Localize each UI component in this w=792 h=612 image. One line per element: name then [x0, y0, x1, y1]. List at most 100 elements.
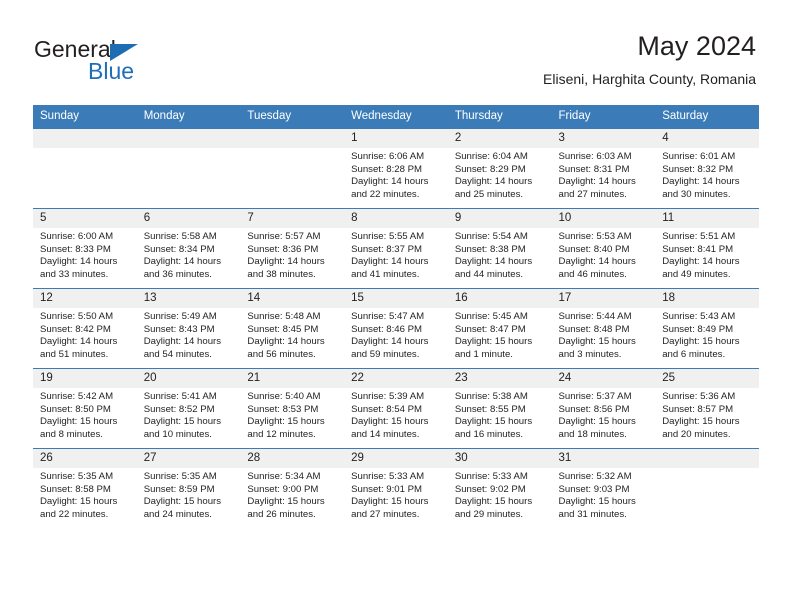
day-cell[interactable]: 6 Sunrise: 5:58 AM Sunset: 8:34 PM Daylight…: [136, 208, 241, 289]
sunrise-text: Sunrise: 6:06 AM: [351, 151, 425, 162]
weekday-header-saturday: Saturday: [655, 105, 759, 129]
daylight-text-line1: Daylight: 15 hours: [247, 496, 325, 508]
day-details: Sunrise: 5:57 AM Sunset: 8:36 PM Daylight:…: [240, 228, 344, 281]
sunrise-text: Sunrise: 5:53 AM: [558, 231, 632, 242]
daylight-text-line1: Daylight: 15 hours: [143, 416, 222, 428]
sunset-text: Sunset: 8:58 PM: [40, 483, 111, 495]
daylight-text-line2: and 24 minutes.: [143, 508, 212, 520]
day-cell[interactable]: 16 Sunrise: 5:45 AM Sunset: 8:47 PM Dayligh…: [447, 288, 552, 369]
daylight-text-line1: Daylight: 15 hours: [454, 336, 533, 348]
week-row: 1 Sunrise: 6:06 AM Sunset: 8:28 PM Daylight…: [33, 128, 759, 209]
sunset-text: Sunset: 8:38 PM: [454, 243, 526, 255]
day-number: 9: [447, 209, 552, 228]
day-details: Sunrise: 5:36 AM Sunset: 8:57 PM Daylight:…: [655, 388, 759, 441]
day-cell[interactable]: 27 Sunrise: 5:35 AM Sunset: 8:59 PM Dayligh…: [136, 448, 241, 528]
sunset-text: Sunset: 8:40 PM: [558, 243, 630, 255]
day-cell[interactable]: 22 Sunrise: 5:39 AM Sunset: 8:54 PM Dayligh…: [344, 368, 448, 449]
daylight-text-line1: Daylight: 15 hours: [558, 336, 636, 348]
calendar-head: Sunday Monday Tuesday Wednesday Thursday…: [33, 105, 759, 129]
daylight-text-line1: Daylight: 14 hours: [662, 256, 740, 268]
day-number: 20: [136, 369, 241, 388]
sunset-text: Sunset: 9:03 PM: [558, 483, 630, 495]
page-title: May 2024: [637, 31, 756, 61]
day-cell-empty: [136, 128, 241, 209]
week-row: 19 Sunrise: 5:42 AM Sunset: 8:50 PM Dayligh…: [33, 368, 759, 449]
day-cell[interactable]: 8 Sunrise: 5:55 AM Sunset: 8:37 PM Daylight…: [344, 208, 448, 289]
sunset-text: Sunset: 8:42 PM: [40, 323, 111, 335]
day-cell[interactable]: 25 Sunrise: 5:36 AM Sunset: 8:57 PM Dayligh…: [655, 368, 759, 449]
sunrise-text: Sunrise: 5:45 AM: [454, 311, 528, 322]
day-cell[interactable]: 4 Sunrise: 6:01 AM Sunset: 8:32 PM Daylight…: [655, 128, 759, 209]
daylight-text-line2: and 14 minutes.: [351, 428, 420, 440]
day-details: Sunrise: 5:37 AM Sunset: 8:56 PM Daylight:…: [552, 388, 656, 441]
day-details: Sunrise: 5:39 AM Sunset: 8:54 PM Daylight:…: [344, 388, 448, 441]
day-cell[interactable]: 23 Sunrise: 5:38 AM Sunset: 8:55 PM Dayligh…: [447, 368, 552, 449]
day-details: Sunrise: 5:58 AM Sunset: 8:34 PM Daylight:…: [137, 228, 241, 281]
day-cell[interactable]: 12 Sunrise: 5:50 AM Sunset: 8:42 PM Dayligh…: [33, 288, 137, 369]
day-cell[interactable]: 18 Sunrise: 5:43 AM Sunset: 8:49 PM Dayligh…: [655, 288, 759, 369]
daylight-text-line1: Daylight: 14 hours: [40, 336, 118, 348]
sunrise-text: Sunrise: 5:43 AM: [662, 311, 736, 322]
day-number: 27: [136, 449, 241, 468]
day-number: 6: [136, 209, 241, 228]
day-cell-empty: [240, 128, 345, 209]
day-cell[interactable]: 7 Sunrise: 5:57 AM Sunset: 8:36 PM Daylight…: [240, 208, 345, 289]
sunrise-text: Sunrise: 5:33 AM: [351, 471, 425, 482]
daylight-text-line2: and 16 minutes.: [454, 428, 524, 440]
day-cell[interactable]: 28 Sunrise: 5:34 AM Sunset: 9:00 PM Dayligh…: [240, 448, 345, 528]
sunset-text: Sunset: 8:57 PM: [662, 403, 734, 415]
sunset-text: Sunset: 8:31 PM: [558, 163, 630, 175]
day-cell[interactable]: 17 Sunrise: 5:44 AM Sunset: 8:48 PM Dayligh…: [551, 288, 656, 369]
day-details: Sunrise: 6:03 AM Sunset: 8:31 PM Daylight:…: [552, 148, 656, 201]
day-cell[interactable]: 1 Sunrise: 6:06 AM Sunset: 8:28 PM Daylight…: [344, 128, 448, 209]
day-cell[interactable]: 24 Sunrise: 5:37 AM Sunset: 8:56 PM Dayligh…: [551, 368, 656, 449]
day-cell[interactable]: 31 Sunrise: 5:32 AM Sunset: 9:03 PM Dayligh…: [551, 448, 656, 528]
day-details: Sunrise: 5:41 AM Sunset: 8:52 PM Daylight:…: [137, 388, 241, 441]
day-number: 13: [136, 289, 241, 308]
daylight-text-line2: and 56 minutes.: [247, 348, 316, 360]
brand-logo[interactable]: General Blue: [34, 36, 234, 92]
day-details: Sunrise: 6:06 AM Sunset: 8:28 PM Daylight:…: [344, 148, 448, 201]
sunset-text: Sunset: 8:45 PM: [247, 323, 319, 335]
daylight-text-line2: and 3 minutes.: [558, 348, 622, 360]
sunset-text: Sunset: 8:50 PM: [40, 403, 111, 415]
day-details: Sunrise: 6:01 AM Sunset: 8:32 PM Daylight:…: [655, 148, 759, 201]
day-cell[interactable]: 5 Sunrise: 6:00 AM Sunset: 8:33 PM Daylight…: [33, 208, 137, 289]
sunset-text: Sunset: 8:34 PM: [143, 243, 215, 255]
day-number: 11: [655, 209, 759, 228]
sunset-text: Sunset: 8:56 PM: [558, 403, 630, 415]
day-cell[interactable]: 2 Sunrise: 6:04 AM Sunset: 8:29 PM Daylight…: [447, 128, 552, 209]
weekday-header-thursday: Thursday: [447, 105, 552, 129]
day-cell[interactable]: 15 Sunrise: 5:47 AM Sunset: 8:46 PM Dayligh…: [344, 288, 448, 369]
daylight-text-line2: and 30 minutes.: [662, 188, 731, 200]
sunset-text: Sunset: 8:29 PM: [454, 163, 526, 175]
day-number: [655, 449, 759, 468]
sunset-text: Sunset: 9:02 PM: [454, 483, 526, 495]
day-number: 30: [447, 449, 552, 468]
day-details: Sunrise: 5:34 AM Sunset: 9:00 PM Daylight:…: [240, 468, 344, 521]
day-cell[interactable]: 14 Sunrise: 5:48 AM Sunset: 8:45 PM Dayligh…: [240, 288, 345, 369]
day-cell[interactable]: 19 Sunrise: 5:42 AM Sunset: 8:50 PM Dayligh…: [33, 368, 137, 449]
day-cell[interactable]: 20 Sunrise: 5:41 AM Sunset: 8:52 PM Dayligh…: [136, 368, 241, 449]
day-cell[interactable]: 26 Sunrise: 5:35 AM Sunset: 8:58 PM Dayligh…: [33, 448, 137, 528]
sunset-text: Sunset: 8:59 PM: [143, 483, 215, 495]
daylight-text-line1: Daylight: 14 hours: [247, 256, 325, 268]
day-cell[interactable]: 21 Sunrise: 5:40 AM Sunset: 8:53 PM Dayligh…: [240, 368, 345, 449]
day-cell[interactable]: 30 Sunrise: 5:33 AM Sunset: 9:02 PM Dayligh…: [447, 448, 552, 528]
day-cell[interactable]: 13 Sunrise: 5:49 AM Sunset: 8:43 PM Dayligh…: [136, 288, 241, 369]
day-number: 25: [655, 369, 759, 388]
day-number: 24: [551, 369, 656, 388]
day-number: 5: [33, 209, 137, 228]
day-cell[interactable]: 11 Sunrise: 5:51 AM Sunset: 8:41 PM Dayligh…: [655, 208, 759, 289]
day-number: 16: [447, 289, 552, 308]
weekday-header-tuesday: Tuesday: [240, 105, 345, 129]
day-cell[interactable]: 29 Sunrise: 5:33 AM Sunset: 9:01 PM Dayligh…: [344, 448, 448, 528]
day-cell[interactable]: 9 Sunrise: 5:54 AM Sunset: 8:38 PM Daylight…: [447, 208, 552, 289]
sunrise-text: Sunrise: 5:39 AM: [351, 391, 425, 402]
daylight-text-line1: Daylight: 15 hours: [247, 416, 325, 428]
day-cell[interactable]: 10 Sunrise: 5:53 AM Sunset: 8:40 PM Dayligh…: [551, 208, 656, 289]
calendar-page: General Blue May 2024 Eliseni, Harghita …: [0, 0, 792, 612]
day-cell[interactable]: 3 Sunrise: 6:03 AM Sunset: 8:31 PM Daylight…: [551, 128, 656, 209]
day-number: 10: [551, 209, 656, 228]
daylight-text-line2: and 31 minutes.: [558, 508, 627, 520]
